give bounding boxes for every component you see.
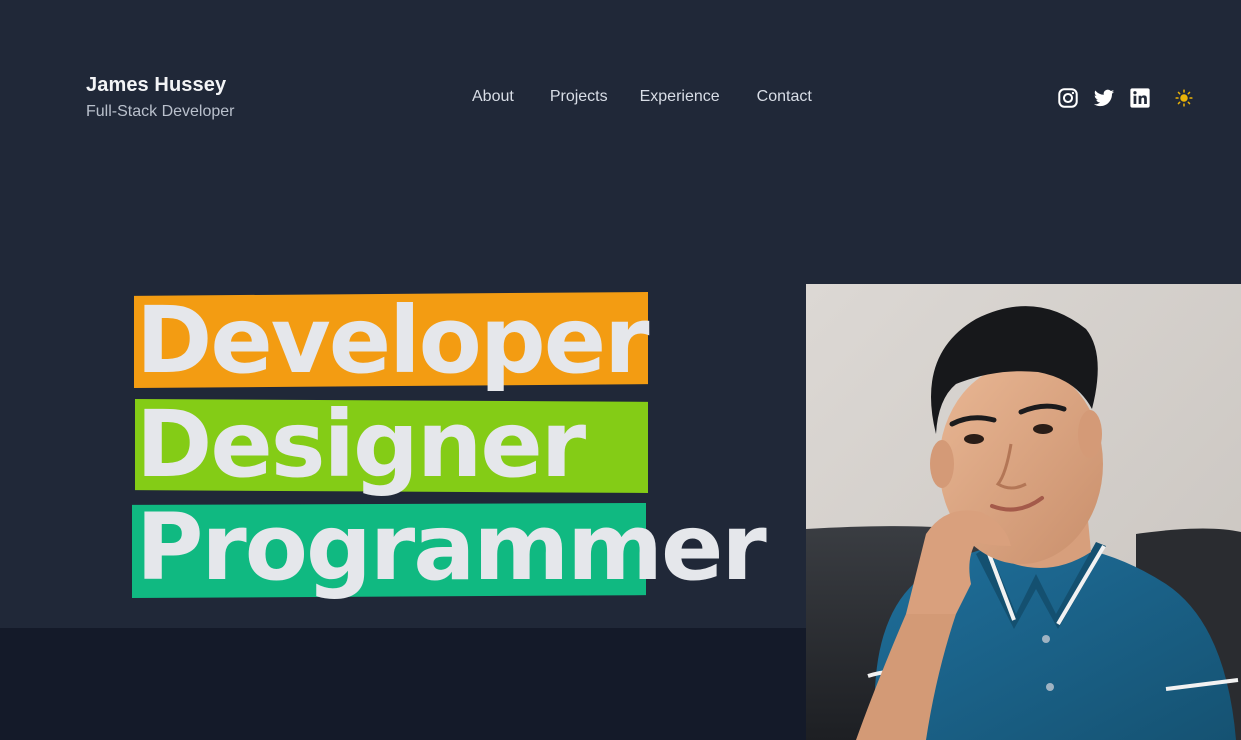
linkedin-icon[interactable] (1129, 87, 1151, 109)
nav-experience[interactable]: Experience (640, 88, 720, 106)
hero-word-developer: Developer (136, 287, 649, 394)
main-nav: About Projects Experience Contact (472, 88, 812, 106)
hero-word-programmer: Programmer (136, 494, 767, 601)
twitter-icon[interactable] (1093, 87, 1115, 109)
instagram-icon[interactable] (1057, 87, 1079, 109)
nav-contact[interactable]: Contact (757, 88, 812, 106)
brand-name: James Hussey (86, 74, 227, 96)
social-links (1057, 87, 1193, 109)
brand[interactable]: James Hussey Full-Stack Developer (86, 74, 235, 121)
sun-icon[interactable] (1175, 89, 1193, 107)
page: James Hussey Full-Stack Developer About … (0, 0, 1241, 740)
hero-word-designer: Designer (136, 391, 586, 498)
profile-photo (806, 284, 1241, 740)
brand-role: Full-Stack Developer (86, 103, 235, 120)
nav-projects[interactable]: Projects (550, 88, 608, 106)
profile-photo-illustration (806, 284, 1241, 740)
nav-about[interactable]: About (472, 88, 514, 106)
